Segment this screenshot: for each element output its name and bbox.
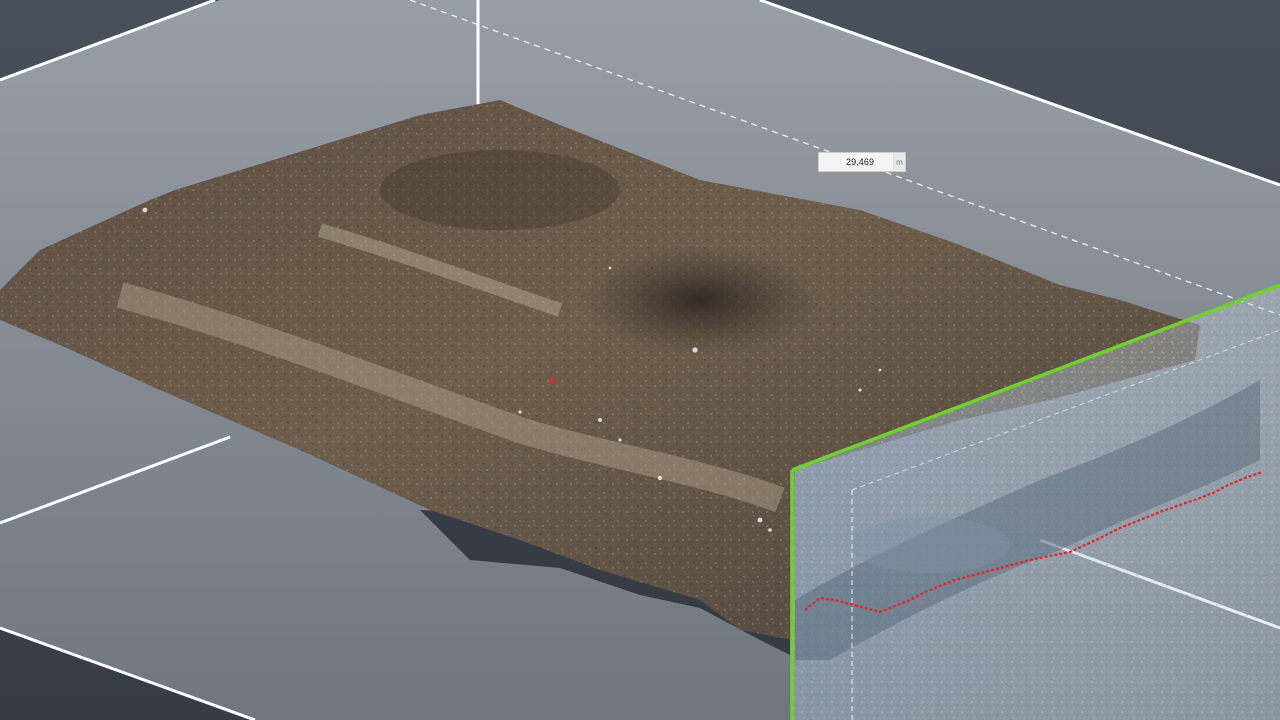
measurement-unit: m xyxy=(893,153,905,171)
3d-viewport[interactable]: 29,469 m xyxy=(0,0,1280,720)
scene-canvas[interactable] xyxy=(0,0,1280,720)
measurement-value: 29,469 xyxy=(846,157,875,167)
red-marker xyxy=(549,377,555,383)
distance-measurement-label: 29,469 m xyxy=(818,152,906,172)
